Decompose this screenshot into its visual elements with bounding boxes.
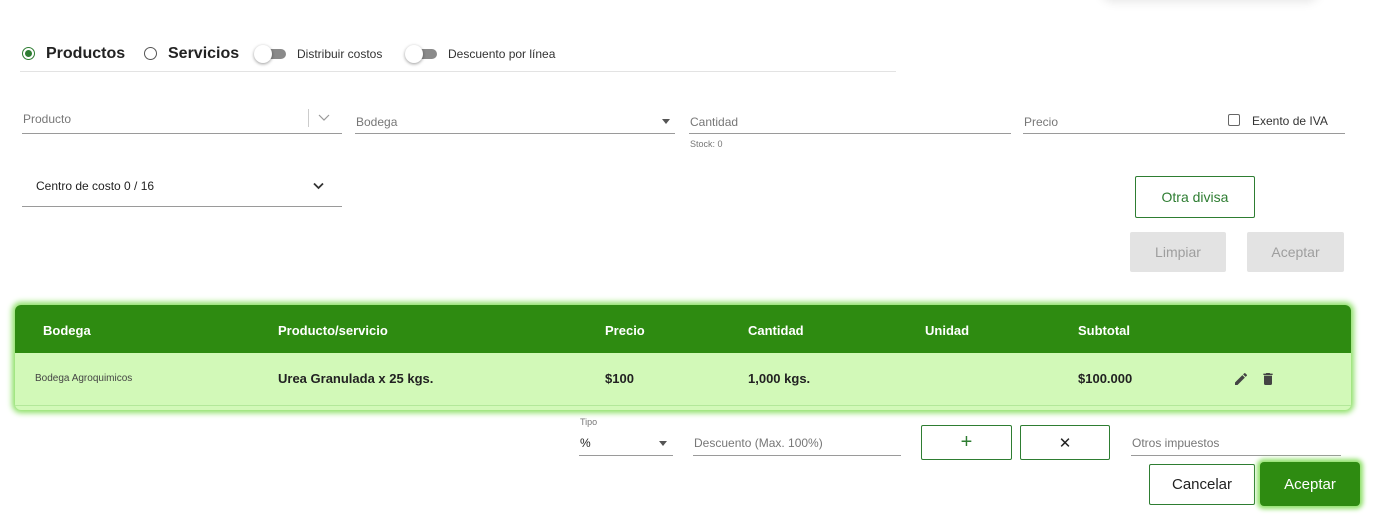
edit-pencil-icon[interactable] <box>1233 371 1249 387</box>
bodega-underline <box>355 133 675 134</box>
tipo-select[interactable]: % <box>579 433 673 457</box>
servicios-label[interactable]: Servicios <box>168 45 239 63</box>
producto-underline <box>22 133 342 134</box>
aceptar-button[interactable]: Aceptar <box>1260 462 1360 506</box>
type-row-divider <box>20 71 896 72</box>
cell-subtotal: $100.000 <box>1078 371 1133 386</box>
table-header: Bodega Producto/servicio Precio Cantidad… <box>15 305 1351 353</box>
column-header-producto: Producto/servicio <box>278 323 388 338</box>
descuento-input[interactable]: Descuento (Max. 100%) <box>693 433 901 457</box>
tipo-value: % <box>580 436 591 450</box>
tipo-label: Tipo <box>580 417 598 427</box>
cantidad-placeholder: Cantidad <box>690 115 739 129</box>
cell-producto: Urea Granulada x 25 kgs. <box>278 371 434 386</box>
column-header-subtotal: Subtotal <box>1078 323 1130 338</box>
precio-underline <box>1023 133 1345 134</box>
descuento-placeholder: Descuento (Max. 100%) <box>694 436 823 450</box>
aceptar-item-button[interactable]: Aceptar <box>1247 232 1344 272</box>
precio-placeholder: Precio <box>1024 115 1059 129</box>
row-divider <box>15 405 1351 406</box>
cell-precio: $100 <box>605 371 634 386</box>
distribuir-costos-label: Distribuir costos <box>297 47 383 61</box>
productos-label[interactable]: Productos <box>46 45 125 63</box>
column-header-cantidad: Cantidad <box>748 323 804 338</box>
exento-iva-checkbox[interactable] <box>1228 114 1240 126</box>
producto-separator <box>308 109 309 127</box>
centro-costo-select[interactable]: Centro de costo 0 / 16 <box>22 178 342 208</box>
chevron-down-icon[interactable] <box>318 112 330 122</box>
tipo-underline <box>579 455 673 456</box>
otra-divisa-button[interactable]: Otra divisa <box>1135 176 1255 218</box>
limpiar-button[interactable]: Limpiar <box>1130 232 1226 272</box>
exento-iva-label: Exento de IVA <box>1252 114 1328 128</box>
caret-down-icon <box>659 441 667 446</box>
items-table: Bodega Producto/servicio Precio Cantidad… <box>15 305 1351 410</box>
distribuir-costos-toggle[interactable] <box>254 45 286 63</box>
chevron-down-icon <box>313 182 324 190</box>
productos-radio[interactable] <box>22 47 35 60</box>
add-discount-button[interactable]: + <box>921 425 1012 460</box>
otros-impuestos-placeholder: Otros impuestos <box>1132 436 1220 450</box>
caret-down-icon <box>662 119 670 124</box>
descuento-linea-toggle[interactable] <box>405 45 437 63</box>
trash-icon[interactable] <box>1260 371 1276 387</box>
descuento-underline <box>693 455 901 456</box>
producto-field[interactable]: Producto <box>22 108 342 136</box>
cell-bodega: Bodega Agroquimicos <box>35 373 133 384</box>
centro-costo-value: Centro de costo 0 / 16 <box>36 179 155 193</box>
cantidad-field[interactable]: Cantidad <box>689 112 1011 136</box>
cancelar-button[interactable]: Cancelar <box>1149 464 1255 505</box>
table-row[interactable]: Bodega Agroquimicos Urea Granulada x 25 … <box>15 353 1351 405</box>
cell-cantidad: 1,000 kgs. <box>748 371 811 386</box>
descuento-linea-label: Descuento por línea <box>448 47 556 61</box>
centro-costo-underline <box>22 206 342 207</box>
servicios-radio[interactable] <box>144 47 157 60</box>
bodega-placeholder: Bodega <box>356 115 398 129</box>
cantidad-underline <box>689 133 1011 134</box>
producto-placeholder: Producto <box>23 112 72 126</box>
otros-impuestos-input[interactable]: Otros impuestos <box>1131 433 1341 457</box>
column-header-unidad: Unidad <box>925 323 970 338</box>
remove-discount-button[interactable]: ✕ <box>1020 425 1110 460</box>
otros-impuestos-underline <box>1131 455 1341 456</box>
bodega-select[interactable]: Bodega <box>355 112 675 136</box>
stock-text: Stock: 0 <box>690 139 723 149</box>
column-header-precio: Precio <box>605 323 645 338</box>
column-header-bodega: Bodega <box>43 323 91 338</box>
